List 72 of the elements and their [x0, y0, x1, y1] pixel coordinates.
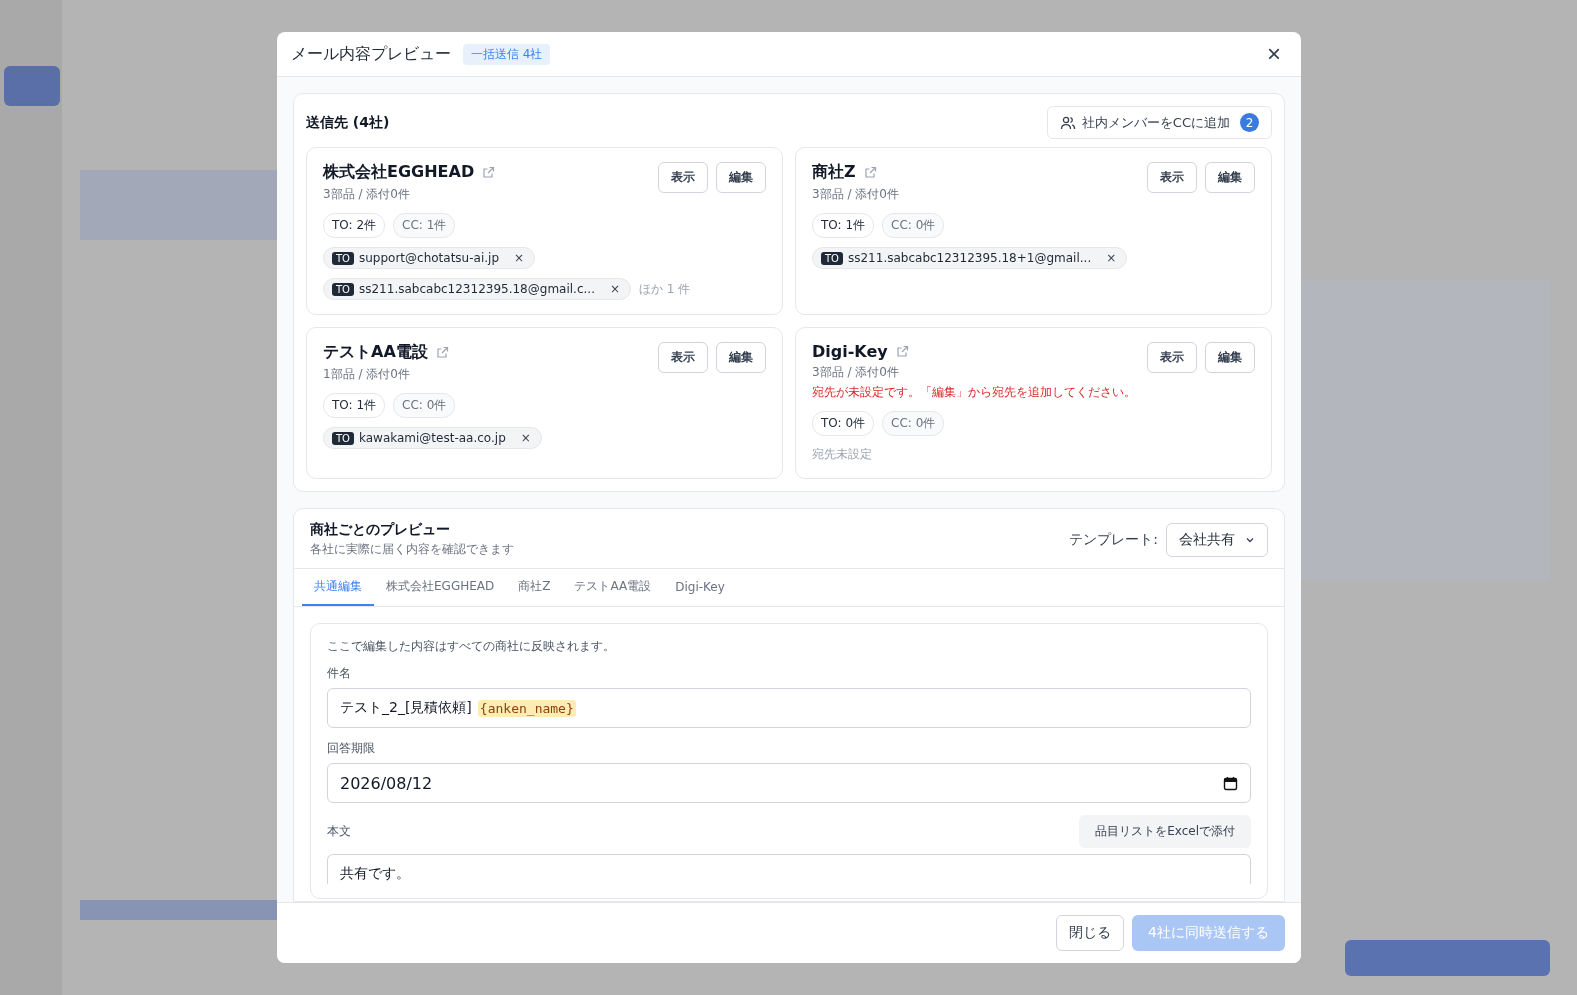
tab[interactable]: 株式会社EGGHEAD — [374, 569, 507, 606]
parts-summary: 3部品 / 添付0件 — [812, 364, 900, 381]
company-name: テストAA電設 — [323, 342, 428, 363]
external-link-icon[interactable] — [895, 345, 909, 358]
people-icon — [1059, 114, 1076, 131]
parts-summary: 3部品 / 添付0件 — [323, 186, 411, 203]
section-heading: 送信先 (4社) — [306, 113, 390, 132]
date-value: 2026/08/12 — [340, 773, 433, 793]
email-address: ss211.sabcabc12312395.18+1@gmail... — [848, 251, 1092, 265]
more-count: ほか 1 件 — [639, 280, 691, 298]
recipient-type-tag: TO — [332, 282, 354, 296]
close-button[interactable]: × — [1261, 41, 1287, 67]
field-label: 件名 — [327, 665, 352, 682]
external-link-icon[interactable] — [863, 166, 877, 179]
to-count-chip: TO: 0件 — [812, 411, 875, 436]
remove-button[interactable]: × — [510, 431, 531, 445]
remove-button[interactable]: × — [1096, 251, 1117, 265]
subject-field[interactable]: テスト_2_[見積依頼] {anken_name} — [327, 688, 1251, 728]
field-label: 本文 — [327, 823, 351, 840]
company-name: 商社Z — [812, 162, 856, 183]
to-count-chip: TO: 2件 — [323, 213, 386, 238]
email-address: kawakami@test-aa.co.jp — [359, 431, 506, 445]
info-text: ここで編集した内容はすべての商社に反映されます。 — [327, 638, 616, 655]
email-address: ss211.sabcabc12312395.18@gmail.c... — [359, 282, 595, 296]
remove-button[interactable]: × — [504, 251, 525, 265]
bulk-send-badge: 一括送信 4社 — [463, 43, 551, 65]
tab[interactable]: 商社Z — [506, 569, 563, 606]
remove-button[interactable]: × — [599, 282, 620, 296]
section-heading: 商社ごとのプレビュー — [310, 521, 451, 539]
tab[interactable]: 共通編集 — [302, 569, 374, 606]
cc-count-chip: CC: 0件 — [393, 393, 456, 418]
parts-summary: 3部品 / 添付0件 — [812, 186, 899, 203]
cc-count-chip: CC: 0件 — [882, 411, 945, 436]
count-badge: 2 — [1240, 113, 1259, 132]
recipient-type-tag: TO — [821, 251, 843, 265]
template-select[interactable]: 会社共有 — [1166, 522, 1268, 557]
tab[interactable]: Digi-Key — [663, 569, 737, 606]
view-button[interactable]: 表示 — [1147, 342, 1197, 373]
edit-button[interactable]: 編集 — [1205, 342, 1255, 373]
add-cc-button[interactable]: 社内メンバーをCCに追加 2 — [1046, 106, 1272, 139]
parts-summary: 1部品 / 添付0件 — [323, 366, 411, 383]
edit-button[interactable]: 編集 — [716, 342, 766, 373]
edit-button[interactable]: 編集 — [1205, 162, 1255, 193]
date-field[interactable]: 2026/08/12 — [327, 763, 1251, 803]
body-field[interactable]: 共有です。 — [327, 854, 1251, 884]
edit-button[interactable]: 編集 — [716, 162, 766, 193]
view-button[interactable]: 表示 — [658, 162, 708, 193]
attach-excel-button[interactable]: 品目リストをExcelで添付 — [1079, 815, 1251, 848]
email-address: support@chotatsu-ai.jp — [359, 251, 499, 265]
recipient-type-tag: TO — [332, 431, 354, 445]
recipient-type-tag: TO — [332, 251, 354, 265]
no-recipients-note: 宛先未設定 — [812, 446, 873, 463]
to-count-chip: TO: 1件 — [323, 393, 386, 418]
variable-tag: {anken_name} — [477, 699, 576, 717]
subject-text: テスト_2_[見積依頼] — [340, 699, 472, 717]
section-subtitle: 各社に実際に届く内容を確認できます — [310, 541, 514, 558]
to-count-chip: TO: 1件 — [812, 213, 875, 238]
calendar-icon[interactable] — [1223, 775, 1238, 791]
cc-count-chip: CC: 1件 — [393, 213, 456, 238]
external-link-icon[interactable] — [482, 166, 496, 179]
view-button[interactable]: 表示 — [1147, 162, 1197, 193]
company-name: 株式会社EGGHEAD — [323, 162, 475, 183]
tab[interactable]: テストAA電設 — [562, 569, 664, 606]
cc-count-chip: CC: 0件 — [882, 213, 945, 238]
warning-message: 宛先が未設定です。「編集」から宛先を追加してください。 — [812, 384, 1136, 401]
external-link-icon[interactable] — [435, 346, 449, 359]
dialog-title: メール内容プレビュー — [291, 43, 451, 65]
company-name: Digi-Key — [812, 342, 888, 361]
view-button[interactable]: 表示 — [658, 342, 708, 373]
close-button[interactable]: 閉じる — [1056, 915, 1125, 951]
field-label: 回答期限 — [327, 740, 376, 757]
template-label: テンプレート: — [1069, 530, 1158, 549]
